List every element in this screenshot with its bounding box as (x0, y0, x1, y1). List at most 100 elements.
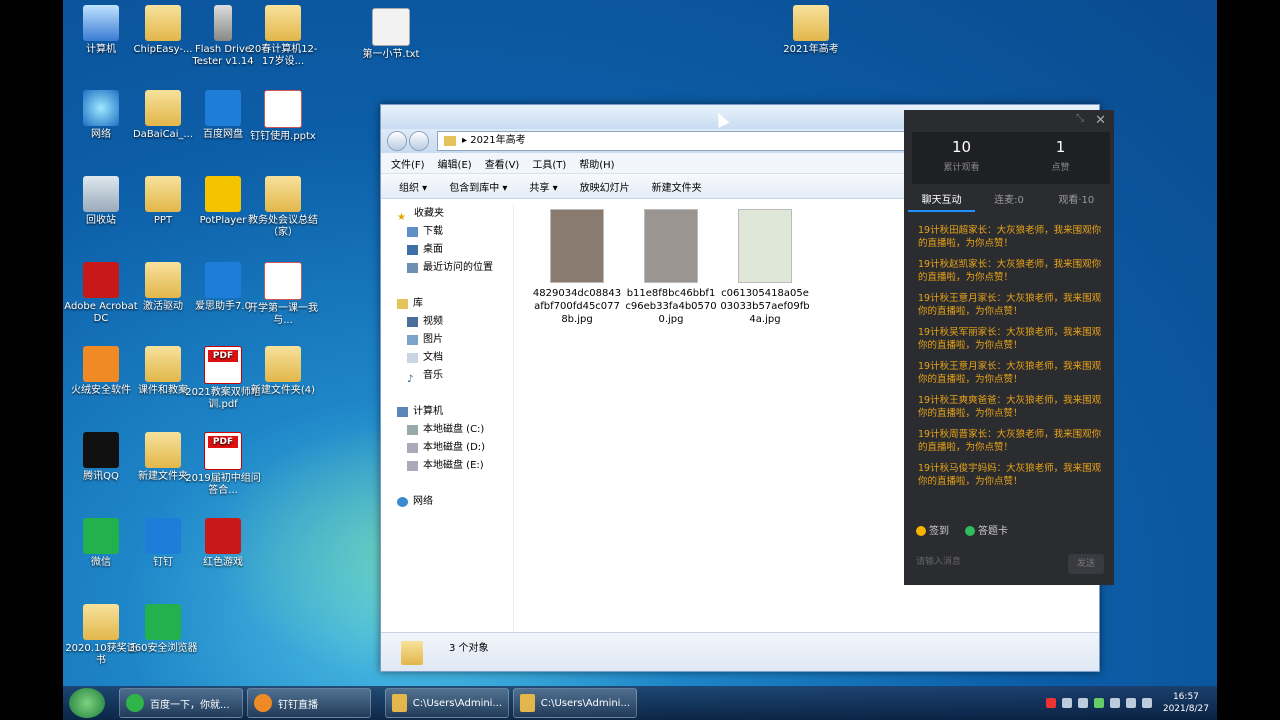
taskbar-item-explorer-1[interactable]: C:\Users\Admini... (385, 688, 509, 718)
tab-mic[interactable]: 连麦:0 (975, 190, 1042, 212)
volume-icon[interactable] (1141, 698, 1152, 708)
chat-message: 19计秋田超家长：大灰狼老师，我来围观你的直播啦，为你点赞！ (918, 225, 1102, 249)
clock[interactable]: 16:57 2021/8/27 (1163, 691, 1209, 715)
chat-message: 19计秋王意月家长：大灰狼老师，我来围观你的直播啦，为你点赞！ (918, 293, 1102, 317)
menu-edit[interactable]: 编辑(E) (438, 156, 472, 171)
clock-time: 16:57 (1172, 692, 1199, 702)
tray-app-icon[interactable] (1077, 698, 1088, 708)
desktop-icon-label: 第一小节.txt (362, 49, 420, 60)
file-item[interactable]: b11e8f8bc46bbf1c96eb33fa4b05700.jpg (625, 209, 717, 326)
send-button[interactable]: 发送 (1068, 554, 1104, 574)
nav-favorites[interactable]: ★ 收藏夹 (387, 205, 513, 223)
nav-network[interactable]: 网络 (387, 493, 513, 511)
likes-stat: 1 点赞 (1011, 132, 1110, 184)
folder-icon (145, 176, 181, 212)
network-icon[interactable] (1125, 698, 1136, 708)
nav-libraries[interactable]: 库 (387, 295, 513, 313)
aisi-icon (205, 262, 241, 298)
pdf-icon (204, 346, 242, 384)
desktop-icon-item[interactable]: 2021年高考 (773, 5, 849, 56)
dingtalk-icon (145, 518, 181, 554)
taskbar: 百度一下，你就... 钉钉直播 C:\Users\Admini... C:\Us… (63, 686, 1217, 720)
new-folder-button[interactable]: 新建文件夹 (652, 179, 702, 194)
answer-card-button[interactable]: 答题卡 (965, 522, 1008, 537)
drive-icon (407, 461, 418, 471)
computer-icon (83, 5, 119, 41)
desktop-icon-label: 红色游戏 (203, 557, 243, 568)
desktop-icon-item[interactable]: 开学第一课一我与... (245, 262, 321, 327)
status-bar: 3 个对象 (381, 632, 1099, 671)
close-icon[interactable]: ✕ (1095, 113, 1106, 128)
include-in-library-button[interactable]: 包含到库中 ▾ (449, 179, 507, 194)
chat-message: 19计秋周晋家长：大灰狼老师，我来围观你的直播啦，为你点赞！ (918, 429, 1102, 453)
desktop-icon-item[interactable]: 钉钉使用.pptx (245, 90, 321, 143)
chat-message: 19计秋王意月家长：大灰狼老师，我来围观你的直播啦，为你点赞！ (918, 361, 1102, 385)
desktop-icon-item[interactable]: 360安全浏览器 (125, 604, 201, 655)
image-thumbnail (644, 209, 698, 283)
tray-app-icon[interactable] (1109, 698, 1120, 708)
desktop-icon-item[interactable]: 20春计算机12-17岁设... (245, 5, 321, 68)
shrink-icon[interactable]: ⤡ (1076, 113, 1084, 124)
desktop-icon-item[interactable]: 新建文件夹(4) (245, 346, 321, 397)
folder-icon (145, 432, 181, 468)
desktop-icon-item[interactable]: 教务处会议总结（家） (245, 176, 321, 239)
back-button[interactable] (387, 131, 407, 151)
menu-view[interactable]: 查看(V) (485, 156, 520, 171)
nav-computer[interactable]: 计算机 (387, 403, 513, 421)
ime-icon[interactable] (1045, 698, 1056, 708)
nav-drive-d[interactable]: 本地磁盘 (D:) (387, 439, 513, 457)
folder-icon (145, 90, 181, 126)
potplayer-icon (205, 176, 241, 212)
folder-icon (520, 694, 535, 712)
taskbar-item-dingtalk-live[interactable]: 钉钉直播 (247, 688, 371, 718)
desktop-icon-item[interactable]: 2019届初中组问答合... (185, 432, 261, 497)
menu-tools[interactable]: 工具(T) (532, 156, 566, 171)
drive-icon (407, 443, 418, 453)
forward-button[interactable] (409, 131, 429, 151)
start-button[interactable] (69, 688, 105, 718)
network-icon (83, 90, 119, 126)
nav-music[interactable]: ♪ 音乐 (387, 367, 513, 385)
chat-message: 19计秋马俊宇妈妈：大灰狼老师，我来围观你的直播啦，为你点赞！ (918, 463, 1102, 487)
menu-file[interactable]: 文件(F) (391, 156, 425, 171)
pdf-icon (204, 432, 242, 470)
desktop-icon-label: 360安全浏览器 (128, 643, 198, 654)
nav-drive-c[interactable]: 本地磁盘 (C:) (387, 421, 513, 439)
star-icon: ★ (397, 212, 406, 223)
desktop-icon-label: 2021年高考 (783, 44, 839, 55)
clock-date: 2021/8/27 (1162, 704, 1209, 714)
tray-app-icon[interactable] (1061, 698, 1072, 708)
share-button[interactable]: 共享 ▾ (529, 179, 557, 194)
file-name: b11e8f8bc46bbf1c96eb33fa4b05700.jpg (625, 288, 717, 325)
tab-viewers[interactable]: 观看·10 (1043, 190, 1110, 212)
nav-documents[interactable]: 文档 (387, 349, 513, 367)
nav-recent[interactable]: 最近访问的位置 (387, 259, 513, 277)
desktop-icon-item[interactable]: 红色游戏 (185, 518, 261, 569)
organize-button[interactable]: 组织 ▾ (399, 179, 427, 194)
taskbar-item-browser[interactable]: 百度一下，你就... (119, 688, 243, 718)
pptx-icon (264, 90, 302, 128)
nav-drive-e[interactable]: 本地磁盘 (E:) (387, 457, 513, 475)
pictures-icon (407, 335, 418, 345)
desktop-icon-label: 开学第一课一我与... (248, 303, 318, 326)
360-browser-icon (126, 694, 144, 712)
desktop-icon-item[interactable]: 第一小节.txt (353, 8, 429, 61)
slideshow-button[interactable]: 放映幻灯片 (580, 179, 630, 194)
file-name: c061305418a05e03033b57aef09fb4a.jpg (720, 288, 810, 325)
nav-desktop[interactable]: 桌面 (387, 241, 513, 259)
taskbar-item-explorer-2[interactable]: C:\Users\Admini... (513, 688, 637, 718)
file-item[interactable]: c061305418a05e03033b57aef09fb4a.jpg (719, 209, 811, 326)
recycle-bin-icon (83, 176, 119, 212)
tab-chat[interactable]: 聊天互动 (908, 190, 976, 212)
tray-app-icon[interactable] (1093, 698, 1104, 708)
desktop-icon (407, 245, 418, 255)
nav-videos[interactable]: 视频 (387, 313, 513, 331)
nav-pictures[interactable]: 图片 (387, 331, 513, 349)
nav-downloads[interactable]: 下载 (387, 223, 513, 241)
desktop-icon-label: 2019届初中组问答合... (185, 473, 261, 496)
file-item[interactable]: 4829034dc08843afbf700fd45c0778b.jpg (531, 209, 623, 326)
signin-button[interactable]: 签到 (916, 522, 949, 537)
chat-input[interactable]: 请输入消息 (916, 554, 961, 567)
menu-help[interactable]: 帮助(H) (579, 156, 614, 171)
